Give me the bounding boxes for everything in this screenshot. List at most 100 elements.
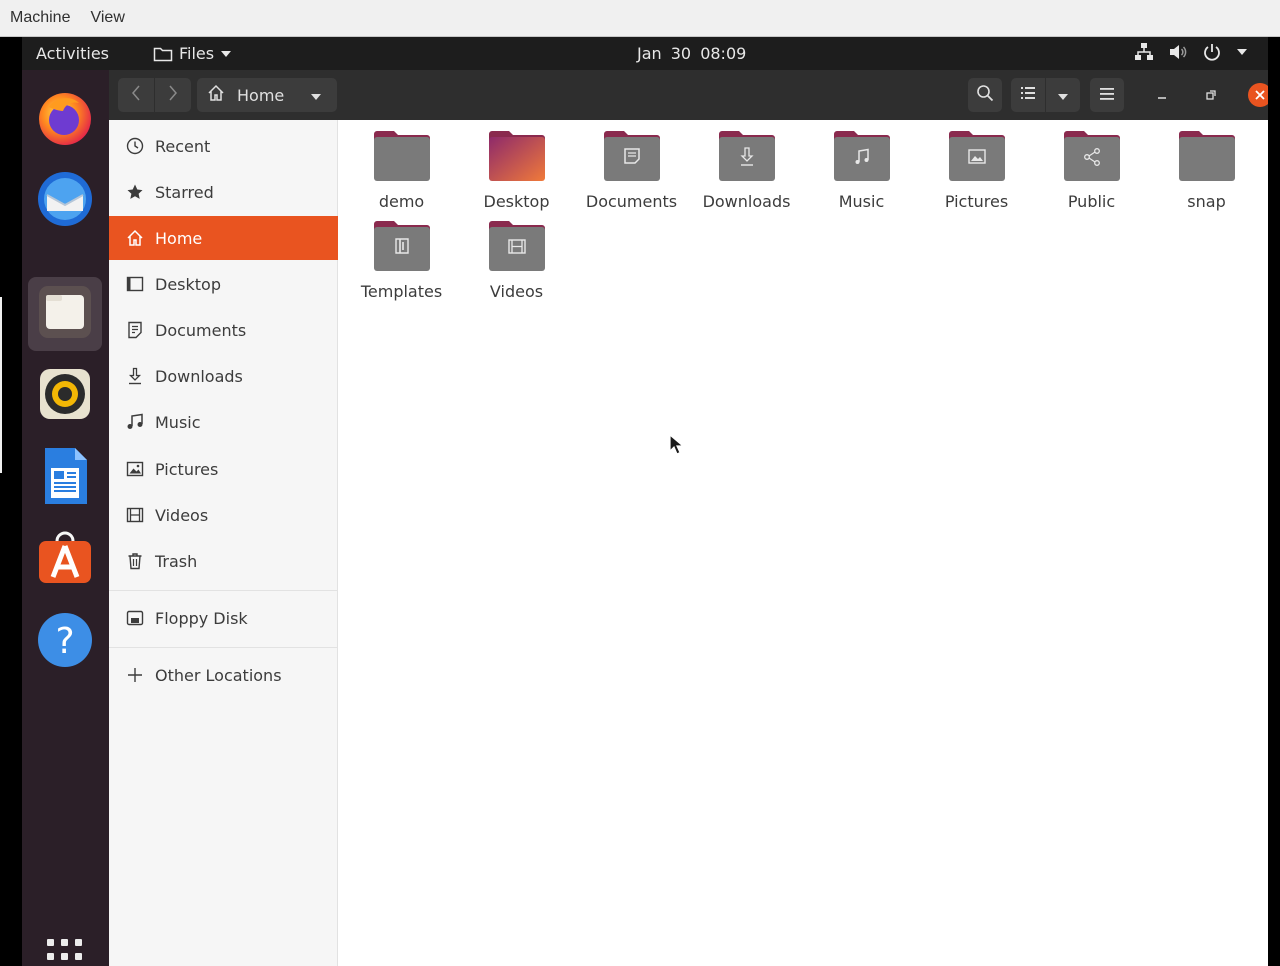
search-icon <box>976 84 994 106</box>
dock-firefox[interactable] <box>28 82 102 156</box>
sidebar-item-documents[interactable]: Documents <box>109 308 338 352</box>
show-apps-button[interactable] <box>28 922 102 966</box>
view-options-button[interactable] <box>1046 78 1080 112</box>
sidebar-item-label: Other Locations <box>155 665 282 685</box>
desktop-icon <box>126 275 144 293</box>
vm-frame-left <box>0 37 22 966</box>
floppy-icon <box>126 609 144 627</box>
help-icon: ? <box>36 611 94 673</box>
sidebar-item-label: Pictures <box>155 459 219 479</box>
dock-help[interactable]: ? <box>28 605 102 679</box>
sidebar-item-trash[interactable]: Trash <box>109 539 338 583</box>
chevron-down-icon <box>310 86 322 105</box>
video-icon <box>126 506 144 524</box>
sidebar-item-home[interactable]: Home <box>109 216 338 260</box>
path-bar-home[interactable]: Home <box>197 78 337 112</box>
path-label: Home <box>237 85 285 105</box>
music-folder-icon <box>832 128 892 188</box>
file-item[interactable]: Documents <box>574 128 689 211</box>
dock-writer[interactable] <box>28 441 102 515</box>
volume-icon <box>1168 42 1188 62</box>
dock-files[interactable] <box>28 277 102 351</box>
desktop-folder-icon <box>487 128 547 188</box>
rhythmbox-icon <box>37 366 93 426</box>
vm-edge-mark <box>0 297 2 473</box>
file-item[interactable]: Templates <box>344 218 459 301</box>
sidebar-item-starred[interactable]: Starred <box>109 170 338 214</box>
file-item[interactable]: demo <box>344 128 459 211</box>
close-button[interactable] <box>1248 83 1268 107</box>
software-icon <box>36 529 94 591</box>
file-label: snap <box>1187 192 1226 211</box>
vm-menubar: Machine View <box>0 0 1280 37</box>
vm-menu-machine[interactable]: Machine <box>10 9 70 27</box>
sidebar-item-desktop[interactable]: Desktop <box>109 262 338 306</box>
thunderbird-icon <box>35 169 95 233</box>
sidebar-item-pictures[interactable]: Pictures <box>109 447 338 491</box>
folder-icon <box>153 46 173 62</box>
mouse-pointer-icon <box>669 433 685 460</box>
sidebar-item-label: Starred <box>155 182 214 202</box>
power-icon <box>1202 42 1222 62</box>
app-menu-label: Files <box>179 44 215 63</box>
videos-folder-icon <box>487 218 547 278</box>
forward-button[interactable] <box>155 78 191 112</box>
file-item[interactable]: Downloads <box>689 128 804 211</box>
sidebar-item-floppy-disk[interactable]: Floppy Disk <box>109 596 338 640</box>
app-menu-files[interactable]: Files <box>153 44 232 63</box>
sidebar-separator <box>109 590 338 591</box>
file-view[interactable]: demo Desktop Documents Downloads Music P… <box>339 120 1268 966</box>
file-label: Pictures <box>944 192 1009 211</box>
firefox-icon <box>35 87 95 151</box>
music-icon <box>126 413 144 431</box>
system-tray[interactable] <box>1134 42 1248 62</box>
back-button[interactable] <box>118 78 154 112</box>
chevron-down-icon <box>220 50 232 58</box>
view-toggle-button[interactable] <box>1011 78 1045 112</box>
maximize-button[interactable] <box>1199 83 1223 107</box>
network-icon <box>1134 42 1154 62</box>
file-label: Public <box>1067 192 1116 211</box>
download-icon <box>126 367 144 385</box>
sidebar-item-recent[interactable]: Recent <box>109 124 338 168</box>
dock-rhythmbox[interactable] <box>28 359 102 433</box>
documents-folder-icon <box>602 128 662 188</box>
main-menu-button[interactable] <box>1090 78 1124 112</box>
files-window: Home Recent Starred Home Desktop Documen… <box>109 70 1268 966</box>
file-label: Downloads <box>702 192 791 211</box>
dock-thunderbird[interactable] <box>28 164 102 238</box>
vm-menu-view[interactable]: View <box>90 9 124 27</box>
document-icon <box>126 321 144 339</box>
sidebar-item-music[interactable]: Music <box>109 400 338 444</box>
sidebar-item-label: Home <box>155 228 203 248</box>
guest-screen: Activities Files Jan 30 08:09 ? Home Rec… <box>22 37 1268 966</box>
sidebar-item-videos[interactable]: Videos <box>109 493 338 537</box>
file-item[interactable]: Videos <box>459 218 574 301</box>
sidebar-item-label: Documents <box>155 320 247 340</box>
activities-button[interactable]: Activities <box>36 44 109 63</box>
file-item[interactable]: Music <box>804 128 919 211</box>
public-folder-icon <box>1062 128 1122 188</box>
sidebar-item-label: Recent <box>155 136 211 156</box>
back-icon <box>131 85 141 105</box>
file-item[interactable]: Public <box>1034 128 1149 211</box>
sidebar-item-other-locations[interactable]: Other Locations <box>109 653 338 697</box>
file-item[interactable]: snap <box>1149 128 1264 211</box>
clock-icon <box>126 137 144 155</box>
picture-icon <box>126 460 144 478</box>
sidebar-item-downloads[interactable]: Downloads <box>109 354 338 398</box>
pictures-folder-icon <box>947 128 1007 188</box>
dock-software[interactable] <box>28 523 102 597</box>
file-label: Documents <box>585 192 678 211</box>
writer-icon <box>39 446 91 510</box>
templates-folder-icon <box>372 218 432 278</box>
list-view-icon <box>1020 85 1036 105</box>
file-item[interactable]: Desktop <box>459 128 574 211</box>
minimize-button[interactable] <box>1150 83 1174 107</box>
file-item[interactable]: Pictures <box>919 128 1034 211</box>
chevron-down-icon <box>1236 48 1248 56</box>
forward-icon <box>168 85 178 105</box>
clock[interactable]: Jan 30 08:09 <box>637 44 746 63</box>
trash-icon <box>126 552 144 570</box>
search-button[interactable] <box>968 78 1002 112</box>
